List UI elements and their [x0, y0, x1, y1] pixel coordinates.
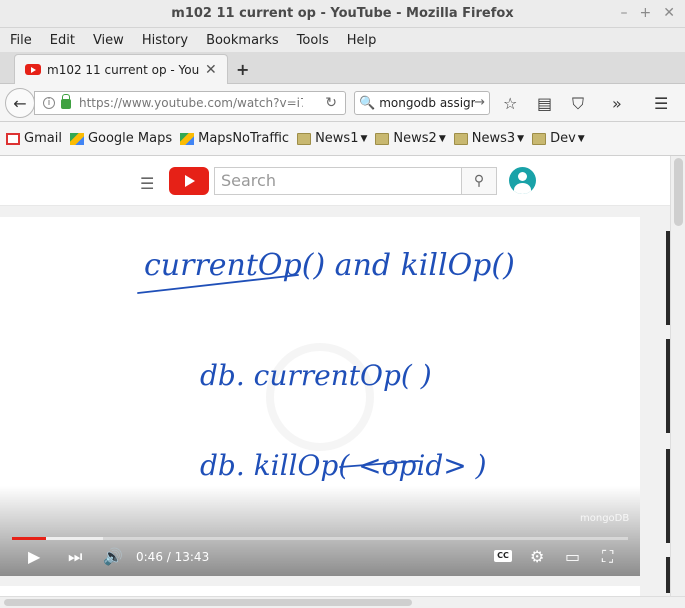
menu-history[interactable]: History: [142, 33, 188, 48]
chevron-down-icon: ▼: [438, 133, 446, 144]
folder-icon: [297, 132, 312, 145]
search-bar[interactable]: 🔍 mongodb assign →: [354, 91, 490, 115]
hamburger-menu-icon[interactable]: ☰: [654, 94, 668, 113]
folder-icon: [453, 132, 468, 145]
played-bar: [12, 537, 47, 540]
close-icon[interactable]: ✕: [663, 5, 675, 21]
overflow-icon[interactable]: »: [612, 94, 622, 113]
chevron-down-icon: ▼: [517, 133, 525, 144]
url-text[interactable]: https://www.youtube.com/watch?v=i7: [79, 96, 303, 110]
scrollbar-thumb[interactable]: [4, 599, 412, 606]
progress-bar[interactable]: [12, 537, 628, 540]
reading-list-icon[interactable]: ▤: [537, 94, 552, 113]
volume-icon[interactable]: 🔊: [103, 547, 123, 566]
avatar[interactable]: [509, 167, 536, 194]
menu-tools[interactable]: Tools: [297, 33, 329, 48]
tab-youtube[interactable]: m102 11 current op - You... ✕: [14, 54, 228, 84]
maps-icon: [180, 132, 195, 145]
url-bar[interactable]: i https://www.youtube.com/watch?v=i7 ↻: [34, 91, 346, 115]
handwriting-line-1: currentOp() and killOp(): [144, 248, 515, 283]
bookmark-label: Gmail: [24, 131, 62, 146]
tab-strip: m102 11 current op - You... ✕ +: [0, 52, 685, 84]
bookmark-mapsnotraffic[interactable]: MapsNoTraffic: [180, 131, 289, 146]
video-player[interactable]: currentOp() and killOp() db. currentOp( …: [0, 217, 640, 576]
chevron-down-icon: ▼: [360, 133, 368, 144]
menu-help[interactable]: Help: [347, 33, 377, 48]
youtube-favicon-icon: [25, 64, 41, 75]
scrollbar-thumb[interactable]: [674, 158, 683, 226]
new-tab-button[interactable]: +: [236, 60, 249, 79]
navigation-toolbar: ← i https://www.youtube.com/watch?v=i7 ↻…: [0, 84, 685, 122]
vertical-scrollbar[interactable]: [670, 156, 685, 596]
lock-icon: [61, 94, 71, 109]
search-input[interactable]: mongodb assign: [379, 96, 475, 110]
window-titlebar: m102 11 current op - YouTube - Mozilla F…: [0, 0, 685, 28]
bookmark-label: News2: [393, 131, 437, 146]
back-button[interactable]: ←: [5, 88, 35, 118]
page-content: ☰ Search ⚲ currentOp() and killOp() db. …: [0, 156, 670, 608]
bookmark-folder-news1[interactable]: News1 ▼: [297, 131, 367, 146]
menu-file[interactable]: File: [10, 33, 32, 48]
bookmark-folder-news3[interactable]: News3 ▼: [453, 131, 525, 146]
bookmark-label: MapsNoTraffic: [198, 131, 290, 146]
mongodb-watermark: mongoDB: [580, 513, 630, 524]
gmail-icon: [6, 132, 20, 145]
folder-icon: [532, 132, 547, 145]
handwriting-line-3: db. killOp( <opid> ): [200, 449, 487, 482]
bookmark-star-icon[interactable]: ☆: [503, 94, 517, 113]
youtube-logo[interactable]: [169, 167, 209, 195]
bookmark-gmail[interactable]: Gmail: [6, 131, 62, 146]
settings-gear-icon[interactable]: ⚙: [530, 547, 544, 566]
bookmark-label: News1: [315, 131, 359, 146]
menu-view[interactable]: View: [93, 33, 124, 48]
site-info-icon[interactable]: i: [43, 97, 55, 109]
bookmark-label: Google Maps: [87, 131, 173, 146]
maps-icon: [69, 132, 84, 145]
play-icon[interactable]: ▶: [28, 547, 40, 566]
search-go-icon[interactable]: →: [474, 95, 485, 110]
bookmark-label: Dev: [550, 131, 576, 146]
folder-icon: [375, 132, 390, 145]
bookmark-label: News3: [471, 131, 516, 146]
bookmark-folder-dev[interactable]: Dev ▼: [532, 131, 585, 146]
captions-icon[interactable]: CC: [494, 550, 512, 562]
bookmark-google-maps[interactable]: Google Maps: [69, 131, 173, 146]
window-controls: – + ✕: [621, 5, 675, 21]
related-videos-sidebar: [650, 217, 670, 597]
tab-close-icon[interactable]: ✕: [205, 62, 217, 78]
next-icon[interactable]: ⏭: [68, 547, 82, 567]
handwriting-line-2: db. currentOp( ): [200, 359, 432, 392]
youtube-search-input[interactable]: Search: [214, 167, 462, 195]
menu-edit[interactable]: Edit: [50, 33, 75, 48]
search-icon: ⚲: [473, 173, 485, 189]
bookmarks-toolbar: Gmail Google Maps MapsNoTraffic News1 ▼ N…: [0, 122, 685, 156]
menu-bar: File Edit View History Bookmarks Tools H…: [0, 28, 685, 52]
time-display: 0:46 / 13:43: [136, 550, 210, 564]
youtube-header: ☰ Search ⚲: [0, 156, 670, 206]
bookmark-folder-news2[interactable]: News2 ▼: [375, 131, 446, 146]
theater-mode-icon[interactable]: ▭: [565, 547, 580, 566]
back-arrow-icon: ←: [13, 93, 27, 113]
pocket-icon[interactable]: ⛉: [572, 94, 584, 114]
chevron-down-icon: ▼: [577, 133, 585, 144]
minimize-icon[interactable]: –: [621, 5, 628, 21]
window-title: m102 11 current op - YouTube - Mozilla F…: [171, 6, 514, 21]
reload-icon[interactable]: ↻: [325, 95, 337, 111]
guide-menu-icon[interactable]: ☰: [140, 174, 154, 193]
menu-bookmarks[interactable]: Bookmarks: [206, 33, 279, 48]
search-engine-icon[interactable]: 🔍: [359, 96, 375, 111]
fullscreen-icon[interactable]: ⛶: [602, 547, 613, 567]
maximize-icon[interactable]: +: [640, 5, 652, 21]
tab-label: m102 11 current op - You...: [47, 62, 199, 77]
horizontal-scrollbar[interactable]: [0, 596, 685, 608]
youtube-search-button[interactable]: ⚲: [461, 167, 497, 195]
